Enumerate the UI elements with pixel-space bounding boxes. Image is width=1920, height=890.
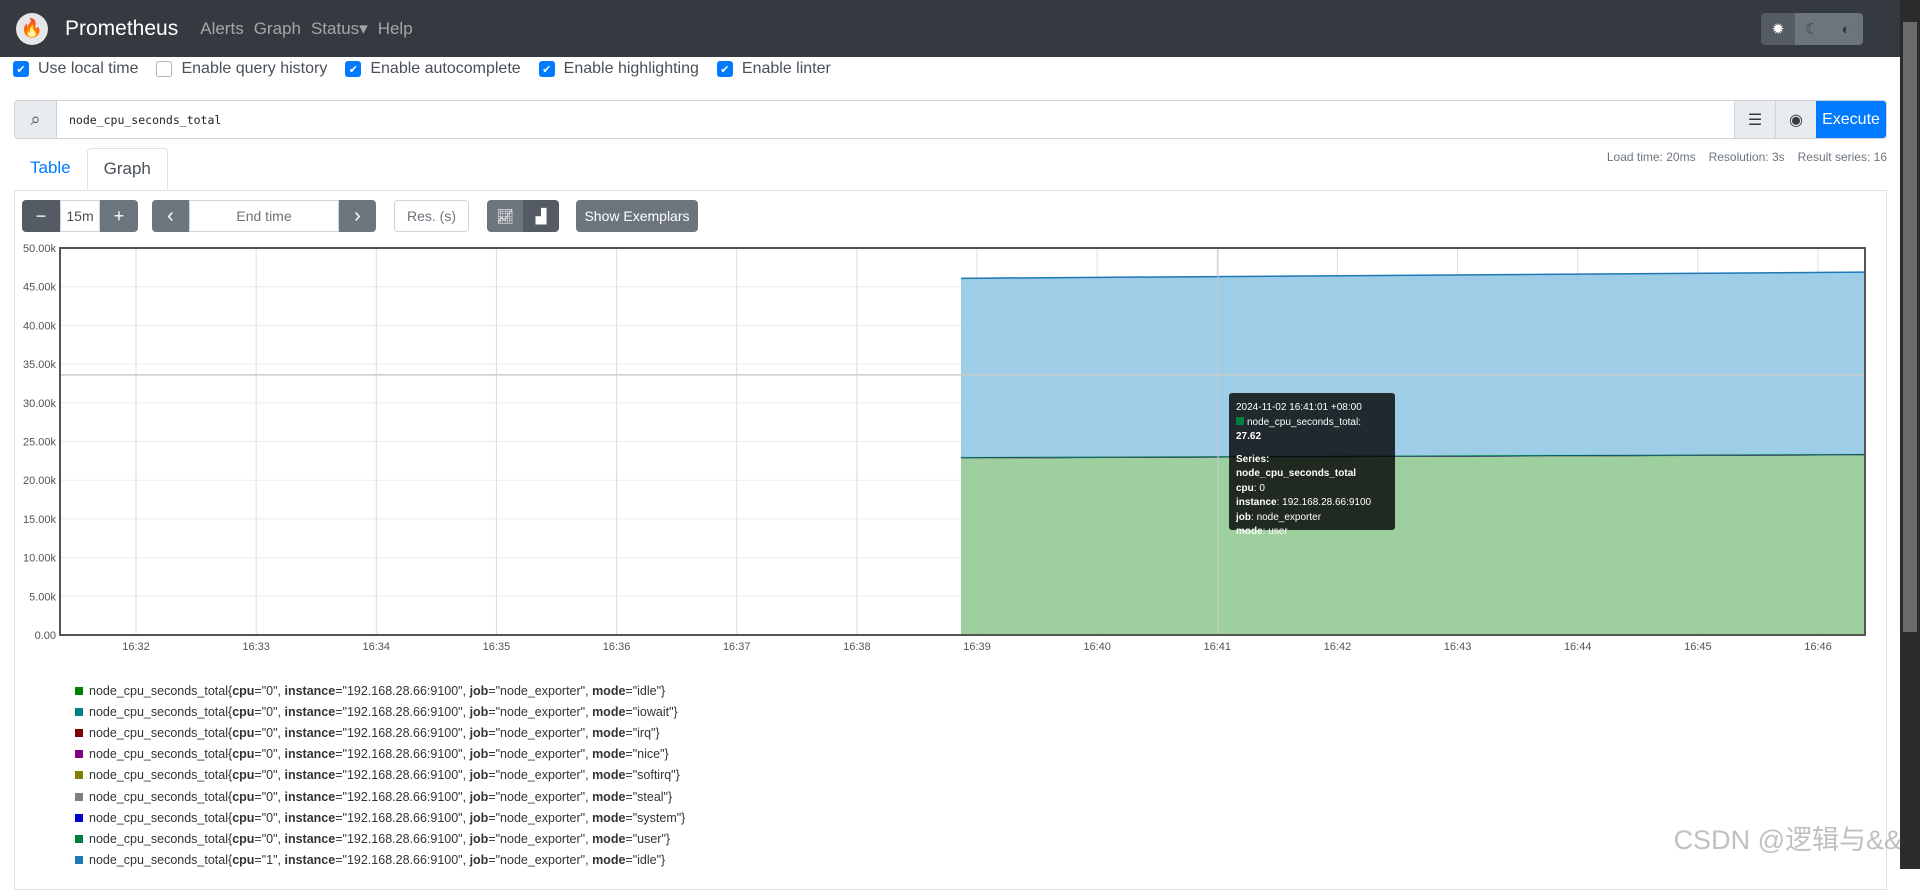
x-tick-label: 16:33 [242, 641, 270, 653]
x-tick-label: 16:34 [363, 641, 391, 653]
tooltip-label: instance: 192.168.28.66:9100 [1236, 497, 1372, 508]
series-color-swatch [75, 686, 83, 695]
tooltip-series-label: Series: [1236, 453, 1270, 465]
tooltip-time: 2024-11-02 16:41:01 +08:00 [1236, 402, 1362, 413]
tooltip-label: mode: user [1236, 526, 1288, 537]
legend-label: node_cpu_seconds_total{cpu="0", instance… [89, 831, 671, 846]
y-tick-label: 50.00k [23, 243, 57, 255]
y-tick-label: 15.00k [23, 514, 57, 526]
x-tick-label: 16:44 [1564, 641, 1592, 653]
series-color-swatch [75, 856, 83, 865]
y-tick-label: 5.00k [29, 591, 56, 603]
legend-label: node_cpu_seconds_total{cpu="1", instance… [89, 853, 666, 868]
x-tick-label: 16:45 [1684, 641, 1712, 653]
legend-label: node_cpu_seconds_total{cpu="0", instance… [89, 768, 680, 783]
scrollbar-thumb[interactable] [1903, 22, 1917, 632]
x-tick-label: 16:41 [1204, 641, 1232, 653]
x-tick-label: 16:46 [1804, 641, 1832, 653]
tooltip-value: node_cpu_seconds_total: 27.62 [1236, 416, 1388, 445]
x-tick-label: 16:32 [122, 641, 150, 653]
legend-item[interactable]: node_cpu_seconds_total{cpu="0", instance… [75, 786, 685, 807]
y-tick-label: 20.00k [23, 475, 57, 487]
series-color-swatch [75, 707, 83, 716]
watermark: CSDN @逻辑与&& [1673, 825, 1902, 855]
legend-label: node_cpu_seconds_total{cpu="0", instance… [89, 683, 666, 698]
legend-label: node_cpu_seconds_total{cpu="0", instance… [89, 810, 686, 825]
y-tick-label: 10.00k [23, 553, 57, 565]
legend-item[interactable]: node_cpu_seconds_total{cpu="0", instance… [75, 807, 685, 828]
x-tick-label: 16:43 [1444, 641, 1472, 653]
graph-chart[interactable]: 0.00 5.00k 10.00k 15.00k 20.00k 25.00k 30.00k 3… [0, 0, 1920, 680]
y-tick-label: 30.00k [23, 398, 57, 410]
tooltip-series-name: node_cpu_seconds_total [1236, 468, 1357, 479]
y-tick-label: 0.00 [35, 630, 56, 642]
y-tick-label: 25.00k [23, 437, 57, 449]
x-tick-label: 16:37 [723, 641, 751, 653]
legend-item[interactable]: node_cpu_seconds_total{cpu="0", instance… [75, 828, 685, 849]
series-color-swatch [75, 750, 83, 759]
x-tick-label: 16:35 [483, 641, 511, 653]
legend-label: node_cpu_seconds_total{cpu="0", instance… [89, 704, 678, 719]
graph-tooltip: 2024-11-02 16:41:01 +08:00 node_cpu_seco… [1229, 393, 1395, 537]
series-color-swatch [1236, 416, 1244, 425]
x-tick-label: 16:36 [603, 641, 631, 653]
series-area-idle-cpu0 [960, 454, 1865, 635]
y-tick-label: 35.00k [23, 359, 57, 371]
tooltip-number: 27.62 [1236, 431, 1262, 442]
legend-item[interactable]: node_cpu_seconds_total{cpu="1", instance… [75, 850, 685, 871]
tooltip-label: cpu: 0 [1236, 482, 1265, 494]
x-tick-label: 16:38 [843, 641, 871, 653]
x-tick-label: 16:39 [963, 641, 991, 653]
legend-label: node_cpu_seconds_total{cpu="0", instance… [89, 747, 669, 762]
legend-item[interactable]: node_cpu_seconds_total{cpu="0", instance… [75, 744, 685, 765]
scrollbar[interactable] [1900, 0, 1920, 869]
series-color-swatch [75, 834, 83, 843]
legend-label: node_cpu_seconds_total{cpu="0", instance… [89, 789, 673, 804]
tooltip-metric: node_cpu_seconds_total: [1247, 416, 1361, 428]
series-color-swatch [75, 771, 83, 780]
tooltip-label: job: node_exporter [1236, 511, 1322, 523]
series-color-swatch [75, 792, 83, 801]
series-color-swatch [75, 728, 83, 737]
graph-legend: node_cpu_seconds_total{cpu="0", instance… [75, 680, 685, 871]
legend-item[interactable]: node_cpu_seconds_total{cpu="0", instance… [75, 722, 685, 743]
legend-item[interactable]: node_cpu_seconds_total{cpu="0", instance… [75, 680, 685, 701]
legend-item[interactable]: node_cpu_seconds_total{cpu="0", instance… [75, 701, 685, 722]
legend-item[interactable]: node_cpu_seconds_total{cpu="0", instance… [75, 765, 685, 786]
y-tick-label: 40.00k [23, 320, 57, 332]
y-tick-label: 45.00k [23, 282, 57, 294]
series-area-idle-cpu1 [960, 272, 1865, 458]
x-tick-label: 16:42 [1324, 641, 1352, 653]
series-color-swatch [75, 813, 83, 822]
legend-label: node_cpu_seconds_total{cpu="0", instance… [89, 725, 660, 740]
x-tick-label: 16:40 [1083, 641, 1111, 653]
